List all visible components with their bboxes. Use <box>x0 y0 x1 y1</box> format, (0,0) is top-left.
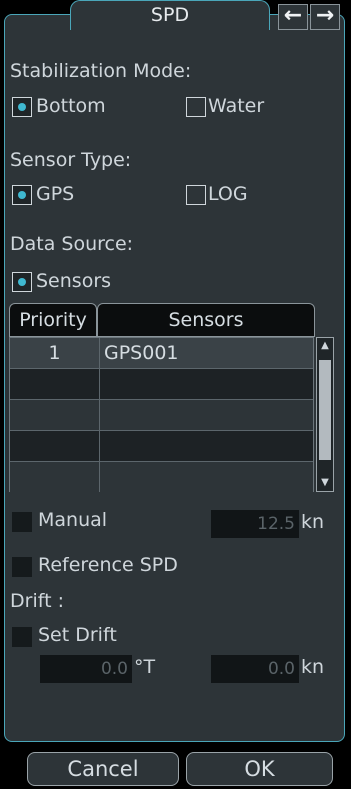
priority-cell <box>10 462 100 492</box>
scroll-up-icon[interactable]: ▲ <box>320 341 330 351</box>
ok-button[interactable]: OK <box>186 752 333 786</box>
radio-bottom-label[interactable]: Bottom <box>36 95 106 117</box>
manual-label: Manual <box>38 509 108 531</box>
drift-direction-field[interactable]: 0.0 <box>40 655 132 683</box>
drift-direction-unit: °T <box>134 656 156 678</box>
radio-selected-dot <box>18 191 26 199</box>
sensor-cell: GPS001 <box>104 342 179 364</box>
radio-bottom[interactable] <box>12 97 32 117</box>
set-drift-checkbox[interactable] <box>12 627 32 647</box>
radio-log-label[interactable]: LOG <box>208 183 248 205</box>
radio-selected-dot <box>18 278 26 286</box>
priority-cell <box>10 400 100 430</box>
set-drift-label: Set Drift <box>38 624 117 646</box>
radio-gps-label[interactable]: GPS <box>36 183 74 205</box>
cancel-button[interactable]: Cancel <box>27 752 179 786</box>
radio-sensors[interactable] <box>12 272 32 292</box>
radio-selected-dot <box>18 103 26 111</box>
reference-spd-checkbox[interactable] <box>12 557 32 577</box>
sensor-cell <box>100 369 313 399</box>
right-arrow-icon[interactable]: → <box>310 4 340 30</box>
sensor-cell <box>100 400 313 430</box>
table-row[interactable] <box>10 462 313 493</box>
column-header-priority: Priority <box>9 303 97 337</box>
table-row[interactable] <box>10 431 313 462</box>
stabilization-mode-heading: Stabilization Mode: <box>10 60 192 82</box>
sensor-type-heading: Sensor Type: <box>10 149 132 171</box>
data-source-heading: Data Source: <box>10 233 134 255</box>
table-scrollbar[interactable]: ▲ ▼ <box>316 337 334 492</box>
panel-title: SPD <box>70 0 270 30</box>
scroll-down-icon[interactable]: ▼ <box>320 478 330 488</box>
radio-log[interactable] <box>186 185 206 205</box>
sensor-cell <box>100 462 313 492</box>
priority-cell <box>10 369 100 399</box>
table-row[interactable] <box>10 400 313 431</box>
priority-cell: 1 <box>10 338 100 368</box>
manual-checkbox[interactable] <box>12 512 32 532</box>
drift-speed-field[interactable]: 0.0 <box>211 655 299 683</box>
radio-sensors-label[interactable]: Sensors <box>36 270 111 292</box>
table-row[interactable] <box>10 369 313 400</box>
manual-speed-field[interactable]: 12.5 <box>211 510 299 538</box>
column-header-sensors: Sensors <box>97 303 315 337</box>
manual-unit: kn <box>301 511 325 533</box>
left-arrow-icon[interactable]: ← <box>278 4 308 30</box>
drift-speed-unit: kn <box>301 656 325 678</box>
priority-cell <box>10 431 100 461</box>
radio-water-label[interactable]: Water <box>208 95 264 117</box>
sensor-table: 1 GPS001 <box>9 337 314 493</box>
sensor-cell <box>100 431 313 461</box>
radio-gps[interactable] <box>12 185 32 205</box>
reference-spd-label: Reference SPD <box>38 554 178 576</box>
radio-water[interactable] <box>186 97 206 117</box>
drift-heading: Drift : <box>10 590 64 612</box>
table-row[interactable]: 1 GPS001 <box>10 338 313 369</box>
scrollbar-thumb[interactable] <box>319 360 331 460</box>
